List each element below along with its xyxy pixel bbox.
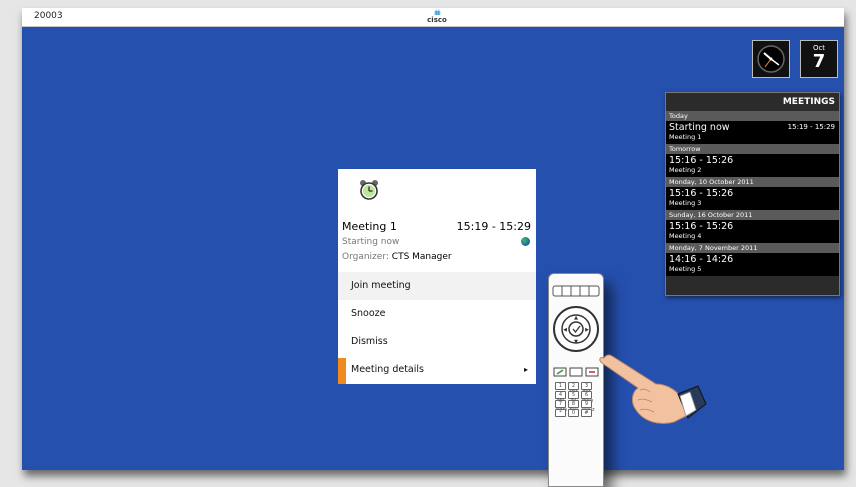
keypad-key[interactable]: 8 tuv xyxy=(568,400,579,413)
meeting-list-item[interactable]: Starting now Meeting 1 15:19 - 15:29 xyxy=(666,121,839,144)
dialog-menu: Join meeting Snooze Dismiss Meeting deta… xyxy=(338,272,536,384)
tv-screen: 20003 ılıılı cisco Oct 7 MEETINGS Today … xyxy=(22,8,844,470)
organizer-name: CTS Manager xyxy=(391,252,452,262)
join-meeting-button[interactable]: Join meeting xyxy=(338,272,536,300)
meetings-panel: MEETINGS Today Starting now Meeting 1 15… xyxy=(665,92,840,296)
meeting-details-label: Meeting details xyxy=(351,364,424,375)
meetings-section-header: Tomorrow xyxy=(666,144,839,154)
clock-widget xyxy=(752,40,790,78)
keypad-row: * 0 # xyxy=(555,409,592,417)
meeting-name: Meeting 1 xyxy=(669,133,702,141)
keypad-row: 4 ghi 5 jkl 6 mno xyxy=(555,391,593,404)
keypad-key[interactable]: 2 abc xyxy=(568,382,579,395)
meeting-name: Meeting 3 xyxy=(669,199,702,207)
calendar-day: 7 xyxy=(812,51,826,72)
top-bar: 20003 ılıılı cisco xyxy=(22,8,844,27)
meeting-time: 15:16 - 15:26 xyxy=(669,155,734,166)
svg-text:▲: ▲ xyxy=(574,315,578,321)
keypad-key[interactable]: * xyxy=(555,409,566,417)
keypad-key[interactable]: 1 xyxy=(555,382,566,390)
meeting-name: Meeting 5 xyxy=(669,265,702,273)
keypad-key[interactable]: 5 jkl xyxy=(568,391,579,404)
meetings-section-header: Today xyxy=(666,111,839,121)
meeting-details-button[interactable]: Meeting details ▸ xyxy=(338,356,536,384)
meeting-time: 14:16 - 14:26 xyxy=(669,254,734,265)
meeting-reminder-dialog: Meeting 1 15:19 - 15:29 Starting now Org… xyxy=(338,169,536,384)
dialog-organizer: Organizer: CTS Manager xyxy=(342,252,452,262)
meeting-time: 15:16 - 15:26 xyxy=(669,188,734,199)
keypad-key[interactable]: 0 xyxy=(568,409,579,417)
keypad-key[interactable]: 7 pqrs xyxy=(555,400,567,413)
analog-clock-icon xyxy=(757,45,785,73)
svg-text:▼: ▼ xyxy=(574,339,578,345)
calendar-widget: Oct 7 xyxy=(800,40,838,78)
pointing-hand-icon xyxy=(599,354,707,424)
meeting-name: Meeting 2 xyxy=(669,166,702,174)
meeting-name: Meeting 4 xyxy=(669,232,702,240)
alarm-clock-icon xyxy=(360,180,378,200)
chevron-right-icon: ▸ xyxy=(523,365,528,374)
dialog-meeting-title: Meeting 1 xyxy=(342,220,397,233)
meeting-list-item[interactable]: 14:16 - 14:26 Meeting 5 xyxy=(666,253,839,276)
dialog-meeting-time: 15:19 - 15:29 xyxy=(456,220,531,233)
organizer-label: Organizer: xyxy=(342,252,389,262)
meeting-list-item[interactable]: 15:16 - 15:26 Meeting 3 xyxy=(666,187,839,210)
keypad-key[interactable]: 4 ghi xyxy=(555,391,566,404)
globe-icon xyxy=(521,237,530,246)
snooze-button[interactable]: Snooze xyxy=(338,300,536,328)
dialog-meeting-status: Starting now xyxy=(342,237,400,247)
meeting-time: 15:16 - 15:26 xyxy=(669,221,734,232)
meeting-list-item[interactable]: 15:16 - 15:26 Meeting 2 xyxy=(666,154,839,177)
dismiss-button[interactable]: Dismiss xyxy=(338,328,536,356)
meetings-section-header: Monday, 7 November 2011 xyxy=(666,243,839,253)
system-id: 20003 xyxy=(34,11,63,21)
meeting-list-item[interactable]: 15:16 - 15:26 Meeting 4 xyxy=(666,220,839,243)
svg-text:◀: ◀ xyxy=(563,327,567,333)
meetings-panel-title: MEETINGS xyxy=(782,97,835,107)
svg-text:▶: ▶ xyxy=(585,327,589,333)
cisco-logo-wordmark: cisco xyxy=(427,16,447,24)
keypad-row: 7 pqrs 8 tuv 9 wxyz xyxy=(555,400,595,413)
meetings-section-header: Monday, 10 October 2011 xyxy=(666,177,839,187)
meeting-range: 15:19 - 15:29 xyxy=(787,123,835,131)
meetings-section-header: Sunday, 16 October 2011 xyxy=(666,210,839,220)
cisco-logo: ılıılı cisco xyxy=(422,9,452,24)
keypad-row: 1 2 abc 3 def xyxy=(555,382,592,395)
